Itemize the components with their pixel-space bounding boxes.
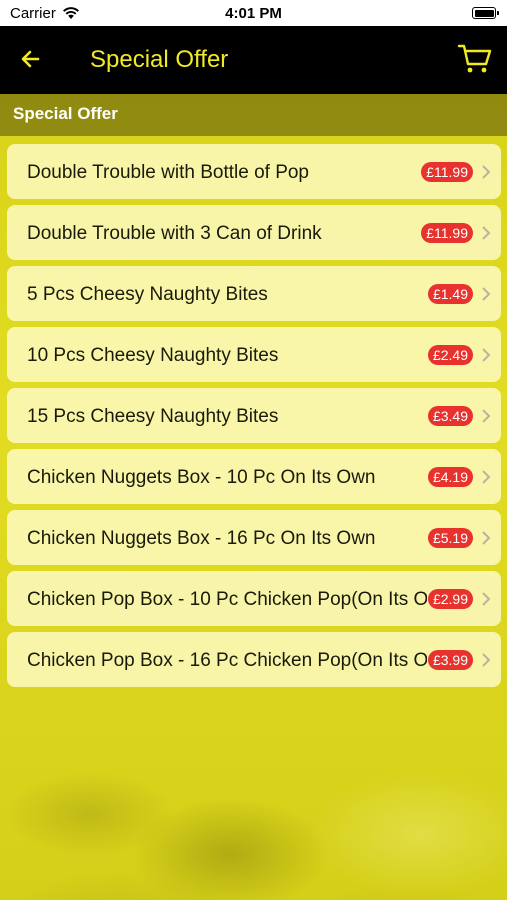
- section-header: Special Offer: [0, 94, 507, 136]
- item-name: 15 Pcs Cheesy Naughty Bites: [27, 406, 279, 427]
- chevron-right-icon: [482, 470, 491, 484]
- chevron-right-icon: [482, 409, 491, 423]
- cart-button[interactable]: [457, 42, 493, 76]
- battery-icon: [472, 7, 499, 19]
- navigation-bar: Special Offer: [0, 26, 507, 94]
- offer-list: Double Trouble with Bottle of Pop £11.99…: [7, 144, 501, 693]
- item-name: 10 Pcs Cheesy Naughty Bites: [27, 345, 279, 366]
- arrow-left-icon: [21, 50, 40, 68]
- item-name: Chicken Nuggets Box - 10 Pc On Its Own: [27, 467, 376, 488]
- section-title: Special Offer: [13, 104, 118, 123]
- item-name: Double Trouble with Bottle of Pop: [27, 162, 310, 183]
- item-name: Chicken Pop Box - 16 Pc Chicken Pop(On I…: [27, 650, 427, 671]
- list-item[interactable]: 15 Pcs Cheesy Naughty Bites £3.49: [7, 388, 501, 443]
- chevron-right-icon: [482, 592, 491, 606]
- chevron-right-icon: [482, 226, 491, 240]
- chevron-right-icon: [482, 653, 491, 667]
- status-bar: Carrier 4:01 PM: [0, 0, 507, 26]
- page-title: Special Offer: [90, 46, 229, 73]
- chevron-right-icon: [482, 287, 491, 301]
- list-item[interactable]: Chicken Nuggets Box - 16 Pc On Its Own £…: [7, 510, 501, 565]
- list-item[interactable]: Chicken Pop Box - 16 Pc Chicken Pop(On I…: [7, 632, 501, 687]
- list-item[interactable]: 10 Pcs Cheesy Naughty Bites £2.49: [7, 327, 501, 382]
- item-name: 5 Pcs Cheesy Naughty Bites: [27, 284, 268, 305]
- list-item[interactable]: Double Trouble with 3 Can of Drink £11.9…: [7, 205, 501, 260]
- list-item[interactable]: Chicken Nuggets Box - 10 Pc On Its Own £…: [7, 449, 501, 504]
- list-item[interactable]: 5 Pcs Cheesy Naughty Bites £1.49: [7, 266, 501, 321]
- cart-icon: [457, 44, 492, 73]
- chevron-right-icon: [482, 348, 491, 362]
- clock: 4:01 PM: [225, 5, 282, 22]
- price-badge: £1.49: [427, 284, 473, 304]
- item-name: Double Trouble with 3 Can of Drink: [27, 223, 322, 244]
- list-item[interactable]: Double Trouble with Bottle of Pop £11.99: [7, 144, 501, 199]
- price-badge: £11.99: [421, 162, 473, 182]
- price-badge: £2.49: [427, 345, 473, 365]
- back-button[interactable]: [16, 44, 52, 74]
- price-badge: £3.49: [427, 406, 473, 426]
- item-name: Chicken Nuggets Box - 16 Pc On Its Own: [27, 528, 376, 549]
- price-badge: £2.99: [427, 589, 473, 609]
- chevron-right-icon: [482, 165, 491, 179]
- price-badge: £4.19: [427, 467, 473, 487]
- item-name: Chicken Pop Box - 10 Pc Chicken Pop(On I…: [27, 589, 427, 610]
- price-badge: £3.99: [427, 650, 473, 670]
- price-badge: £11.99: [421, 223, 473, 243]
- price-badge: £5.19: [427, 528, 473, 548]
- list-item[interactable]: Chicken Pop Box - 10 Pc Chicken Pop(On I…: [7, 571, 501, 626]
- chevron-right-icon: [482, 531, 491, 545]
